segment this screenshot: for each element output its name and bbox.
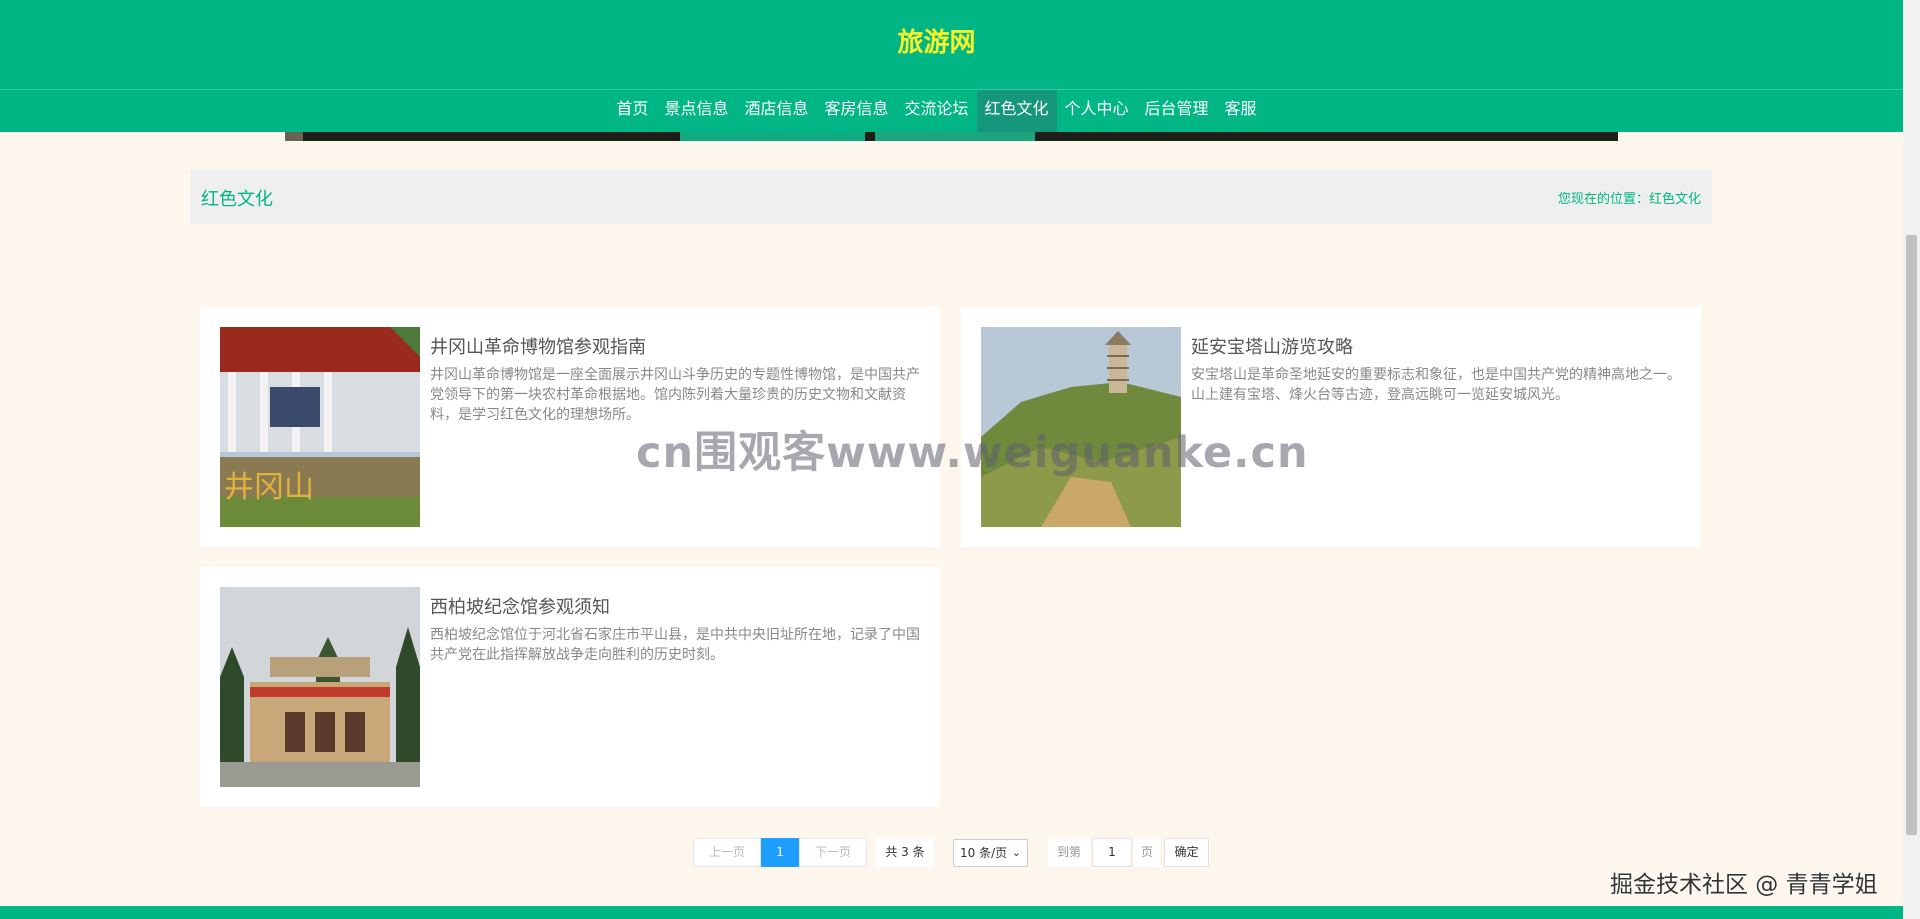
page-scrollbar[interactable] [1903,0,1920,919]
nav-item-user-center[interactable]: 个人中心 [1057,90,1137,132]
article-title[interactable]: 西柏坡纪念馆参观须知 [430,593,610,619]
article-image-jinggangshan[interactable]: 井冈山 [220,327,420,527]
section-title-bar: 红色文化 您现在的位置：红色文化 [190,170,1712,224]
total-count: 共 3 条 [876,838,934,867]
nav-item-rooms[interactable]: 客房信息 [816,90,896,132]
article-title[interactable]: 井冈山革命博物馆参观指南 [430,333,646,359]
site-footer [0,906,1903,919]
goto-label: 到第 [1048,838,1090,867]
article-description: 西柏坡纪念馆位于河北省石家庄市平山县，是中共中央旧址所在地，记录了中国共产党在此… [430,627,920,663]
nav-item-attractions[interactable]: 景点信息 [656,90,736,132]
nav-item-red-culture[interactable]: 红色文化 [976,90,1057,132]
article-description: 井冈山革命博物馆是一座全面展示井冈山斗争历史的专题性博物馆，是中国共产党领导下的… [430,367,920,423]
article-description: 安宝塔山是革命圣地延安的重要标志和象征，也是中国共产党的精神高地之一。山上建有宝… [1191,367,1681,403]
page-unit-label: 页 [1134,838,1160,867]
nav-item-forum[interactable]: 交流论坛 [896,90,976,132]
article-image-xibaipo[interactable] [220,587,420,787]
article-card[interactable]: 西柏坡纪念馆参观须知 西柏坡纪念馆位于河北省石家庄市平山县，是中共中央旧址所在地… [200,567,940,807]
breadcrumb: 您现在的位置：红色文化 [1557,192,1701,207]
page-number-button[interactable]: 1 [761,838,799,867]
nav-item-home[interactable]: 首页 [608,90,656,132]
svg-text:井冈山: 井冈山 [224,470,314,505]
goto-confirm-button[interactable]: 确定 [1164,838,1209,867]
main-nav: 首页 景点信息 酒店信息 客房信息 交流论坛 红色文化 个人中心 后台管理 客服 [0,90,1873,132]
banner-image-strip [285,132,1618,141]
page-title: 红色文化 [201,189,273,210]
scrollbar-thumb[interactable] [1906,235,1917,835]
next-page-button[interactable]: 下一页 [799,838,867,867]
watermark-corner: 掘金技术社区 @ 青青学姐 [1610,872,1878,898]
page-size-select[interactable]: 10 条/页 ⌄ [953,839,1028,867]
site-header: 旅游网 首页 景点信息 酒店信息 客房信息 交流论坛 红色文化 个人中心 后台管… [0,0,1903,132]
watermark-center: cn围观客www.weiguanke.cn [636,428,1309,478]
nav-item-admin[interactable]: 后台管理 [1137,90,1217,132]
nav-item-customer-service[interactable]: 客服 [1217,90,1265,132]
site-title[interactable]: 旅游网 [0,22,1873,59]
nav-item-hotels[interactable]: 酒店信息 [736,90,816,132]
article-title[interactable]: 延安宝塔山游览攻略 [1191,333,1353,359]
page-size-value: 10 条/页 [960,846,1008,860]
goto-page-input[interactable]: 1 [1092,838,1132,867]
prev-page-button[interactable]: 上一页 [693,838,761,867]
chevron-down-icon: ⌄ [1011,846,1021,859]
